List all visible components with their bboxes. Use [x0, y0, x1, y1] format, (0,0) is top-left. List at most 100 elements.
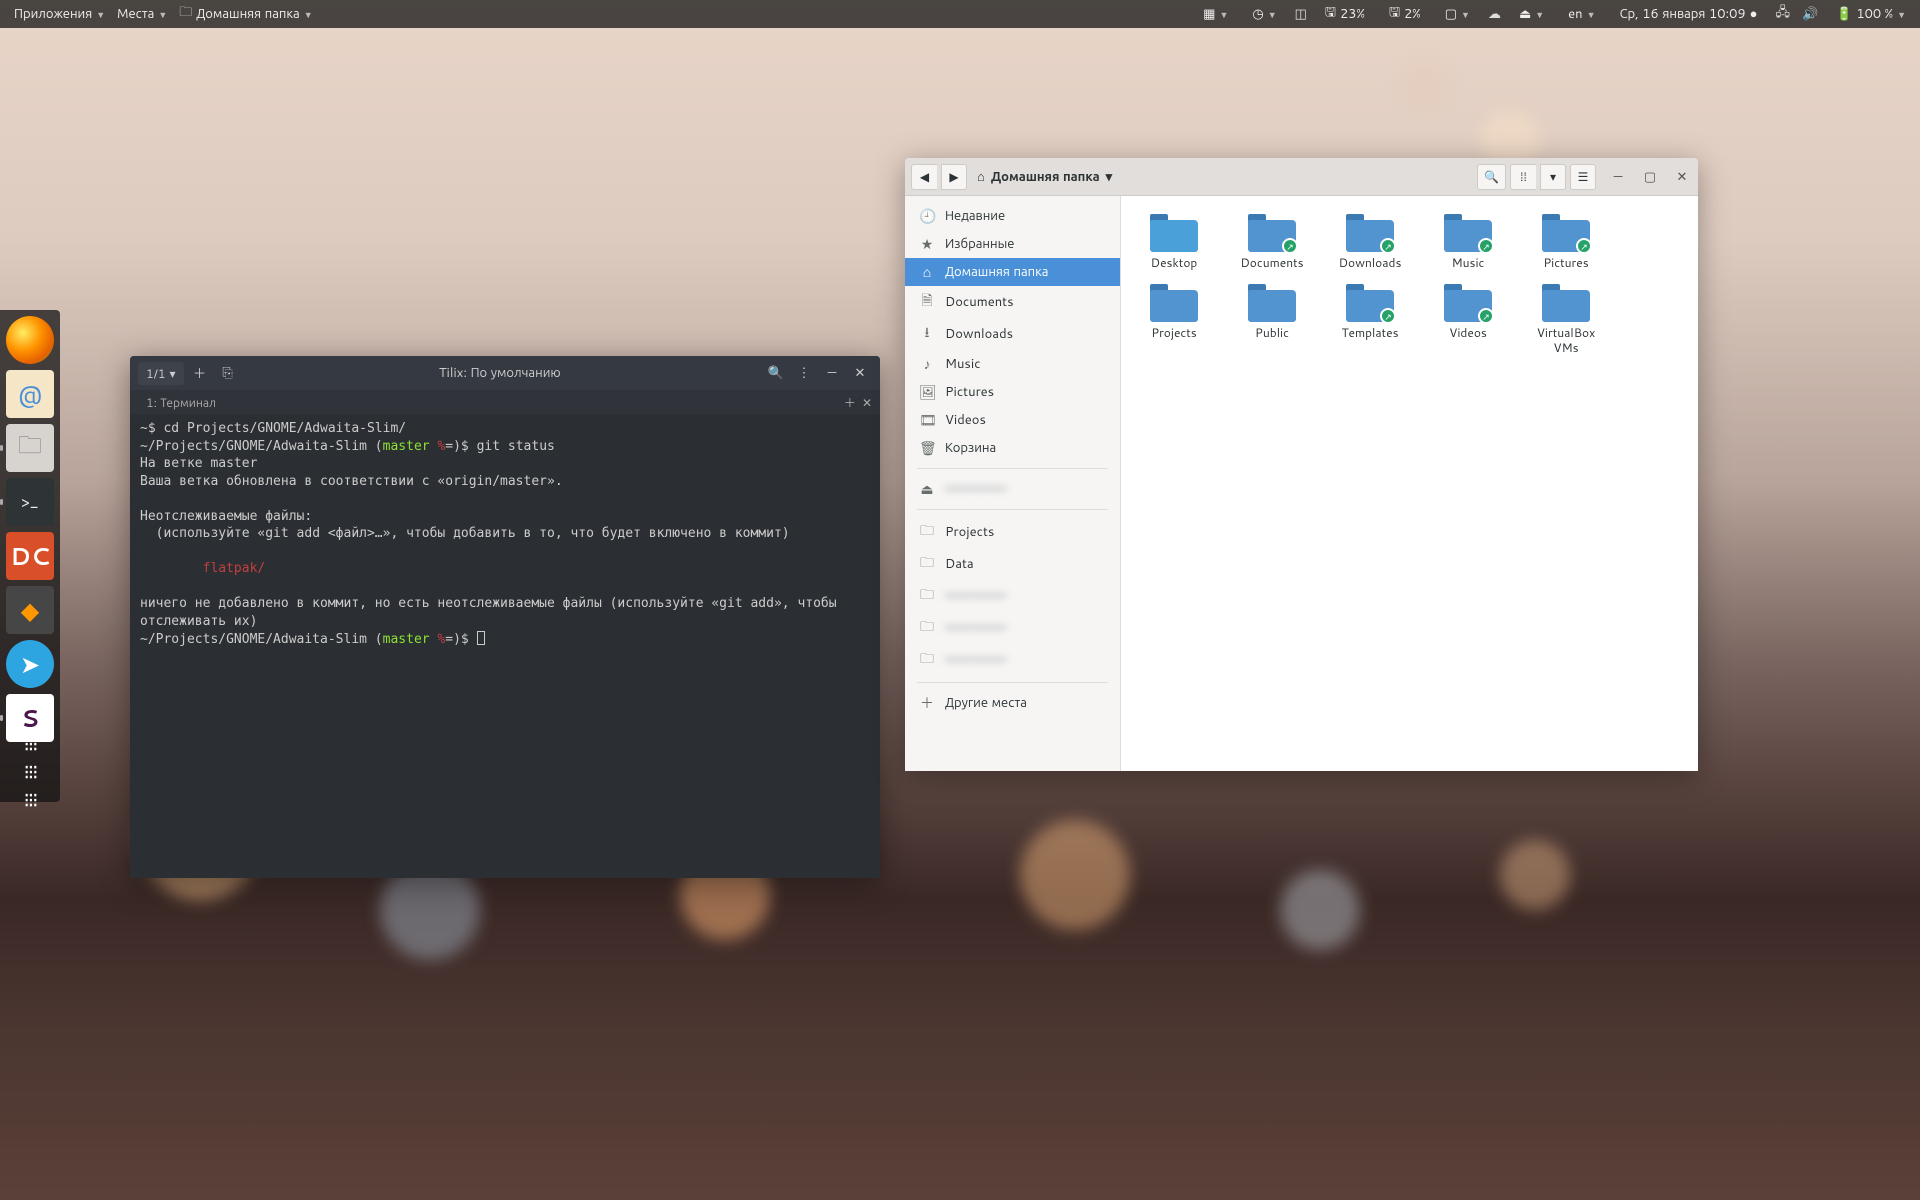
folder-icon: ↗	[1248, 212, 1296, 252]
sidebar-item-home[interactable]: ⌂Домашняя папка	[905, 258, 1120, 286]
dock-mail[interactable]: @	[6, 370, 54, 418]
terminal-body[interactable]: ~$ cd Projects/GNOME/Adwaita-Slim/ ~/Pro…	[130, 414, 880, 878]
sidebar-separator	[917, 468, 1108, 469]
file-label: VirtualBox VMs	[1529, 326, 1603, 355]
file-item[interactable]: ↗ Downloads	[1329, 208, 1411, 274]
file-item[interactable]: VirtualBox VMs	[1525, 278, 1607, 359]
file-item[interactable]: Desktop	[1133, 208, 1215, 274]
maximize-button[interactable]: ▢	[1640, 167, 1660, 187]
file-label: Templates	[1341, 326, 1398, 340]
folder-icon: ↗	[1444, 212, 1492, 252]
tray-battery1[interactable]: 🖫23%	[1319, 3, 1371, 25]
folder-icon	[1542, 282, 1590, 322]
file-item[interactable]: ↗ Music	[1427, 208, 1509, 274]
file-label: Desktop	[1151, 256, 1198, 270]
file-label: Music	[1452, 256, 1485, 270]
applications-menu[interactable]: Приложения ▼	[8, 5, 111, 23]
add-tab-button[interactable]: ＋	[844, 394, 856, 411]
file-item[interactable]: Projects	[1133, 278, 1215, 359]
close-button[interactable]: ✕	[848, 361, 872, 385]
sidebar-item-videos[interactable]: 🎞Videos	[905, 406, 1120, 434]
tray-tile-icon[interactable]: ▦ ▼	[1197, 5, 1234, 23]
tray-screenshot-icon[interactable]: ◫	[1295, 5, 1307, 23]
sidebar-item-bookmark[interactable]: 🗀———————	[905, 580, 1120, 612]
search-button[interactable]: 🔍	[1477, 164, 1506, 190]
sidebar-item-documents[interactable]: 🗎Documents	[905, 286, 1120, 318]
minimize-button[interactable]: —	[1608, 167, 1628, 187]
dock-firefox[interactable]	[6, 316, 54, 364]
dock-files[interactable]: 🗀	[6, 424, 54, 472]
trash-icon: 🗑	[919, 438, 935, 458]
folder-icon: ↗	[1542, 212, 1590, 252]
search-icon[interactable]: 🔍	[764, 361, 788, 385]
pathbar[interactable]: ⌂ Домашняя папка ▾	[977, 168, 1473, 186]
window-menu[interactable]: 🗀 Домашняя папка ▼	[173, 3, 318, 25]
folder-icon: 🗀	[919, 552, 935, 576]
home-icon: ⌂	[919, 262, 935, 282]
file-item[interactable]: Public	[1231, 278, 1313, 359]
tray-weather-icon[interactable]: ☁	[1488, 5, 1501, 23]
dock-terminal[interactable]: >_	[6, 478, 54, 526]
tray-battery-main[interactable]: 🔋100 % ▼	[1830, 5, 1912, 23]
file-item[interactable]: ↗Videos	[1427, 278, 1509, 359]
folder-icon: ↗	[1444, 282, 1492, 322]
view-toggle-button[interactable]: ⁞⁞	[1510, 164, 1536, 190]
add-terminal-button[interactable]: ＋	[188, 361, 212, 385]
sidebar-item-pictures[interactable]: 🖼Pictures	[905, 378, 1120, 406]
documents-icon: 🗎	[919, 290, 935, 314]
dock-doublecmd[interactable]: DC	[6, 532, 54, 580]
dock-telegram[interactable]: ➤	[6, 640, 54, 688]
tray-removable-icon[interactable]: ⏏ ▼	[1513, 5, 1550, 23]
back-button[interactable]: ◀	[911, 164, 937, 190]
sidebar-separator	[917, 682, 1108, 683]
sidebar-item-data[interactable]: 🗀Data	[905, 548, 1120, 580]
files-pane[interactable]: Desktop↗Documents↗Downloads↗Music↗Pictur…	[1121, 196, 1698, 771]
places-menu[interactable]: Места ▼	[111, 5, 173, 23]
system-tray: ▦ ▼ ◷ ▼ ◫ 🖫23% 🖫2% ▢ ▼ ☁ ⏏ ▼ en ▼ Ср, 16…	[1197, 3, 1912, 25]
sidebar-item-bookmark[interactable]: 🗀———————	[905, 644, 1120, 676]
terminal-menu-icon[interactable]: ⋮	[792, 361, 816, 385]
close-button[interactable]: ✕	[1672, 167, 1692, 187]
sidebar-item-trash[interactable]: 🗑Корзина	[905, 434, 1120, 462]
forward-button[interactable]: ▶	[941, 164, 967, 190]
folder-icon: 🗀	[919, 520, 935, 544]
tray-display-icon[interactable]: ▢ ▼	[1439, 5, 1476, 23]
file-item[interactable]: ↗Templates	[1329, 278, 1411, 359]
files-headerbar[interactable]: ◀ ▶ ⌂ Домашняя папка ▾ 🔍 ⁞⁞ ▾ ☰ — ▢ ✕	[905, 158, 1698, 196]
tray-clock[interactable]: Ср, 16 января 10:09 ●	[1614, 5, 1764, 23]
sidebar-item-starred[interactable]: ★Избранные	[905, 230, 1120, 258]
sidebar-item-network[interactable]: ⏏———————	[905, 475, 1120, 503]
sidebar-item-projects[interactable]: 🗀Projects	[905, 516, 1120, 548]
dock-apps-grid[interactable]: ⁝⁝⁝⁝⁝⁝⁝⁝⁝	[6, 748, 54, 796]
hamburger-menu-button[interactable]: ☰	[1570, 164, 1596, 190]
cursor	[477, 631, 485, 645]
view-options-button[interactable]: ▾	[1540, 164, 1566, 190]
files-window: ◀ ▶ ⌂ Домашняя папка ▾ 🔍 ⁞⁞ ▾ ☰ — ▢ ✕ 🕘Н…	[905, 158, 1698, 771]
sidebar-item-music[interactable]: ♪Music	[905, 350, 1120, 378]
sidebar-item-bookmark[interactable]: 🗀———————	[905, 612, 1120, 644]
tray-volume-icon[interactable]: 🔊	[1802, 5, 1818, 23]
sidebar-item-recent[interactable]: 🕘Недавние	[905, 202, 1120, 230]
file-item[interactable]: ↗Documents	[1231, 208, 1313, 274]
file-label: Pictures	[1543, 256, 1588, 270]
dock: @ 🗀 >_ DC ◆ ➤ S ⁝⁝⁝⁝⁝⁝⁝⁝⁝	[0, 310, 60, 802]
tray-clock-icon[interactable]: ◷ ▼	[1246, 5, 1282, 23]
session-indicator[interactable]: 1/1 ▾	[138, 362, 184, 385]
tray-network-icon[interactable]: 🖧	[1775, 3, 1790, 25]
terminal-tab[interactable]: 1: Терминал	[138, 391, 224, 414]
chevron-down-icon: ▼	[96, 8, 105, 21]
minimize-button[interactable]: —	[820, 361, 844, 385]
terminal-titlebar[interactable]: 1/1 ▾ ＋ ⎘ Tilix: По умолчанию 🔍 ⋮ — ✕	[130, 356, 880, 390]
close-tab-button[interactable]: ✕	[862, 394, 872, 411]
sidebar-item-downloads[interactable]: ⭳Downloads	[905, 318, 1120, 350]
dock-sublime[interactable]: ◆	[6, 586, 54, 634]
file-label: Projects	[1151, 326, 1197, 340]
tray-battery2[interactable]: 🖫2%	[1383, 3, 1427, 25]
folder-icon: 🗀	[919, 584, 935, 608]
file-item[interactable]: ↗ Pictures	[1525, 208, 1607, 274]
sidebar-item-other-places[interactable]: ＋Другие места	[905, 689, 1120, 717]
terminal-layout-button[interactable]: ⎘	[216, 361, 240, 385]
tray-language[interactable]: en ▼	[1562, 5, 1601, 23]
folder-icon: ↗	[1346, 212, 1394, 252]
file-label: Downloads	[1339, 256, 1402, 270]
